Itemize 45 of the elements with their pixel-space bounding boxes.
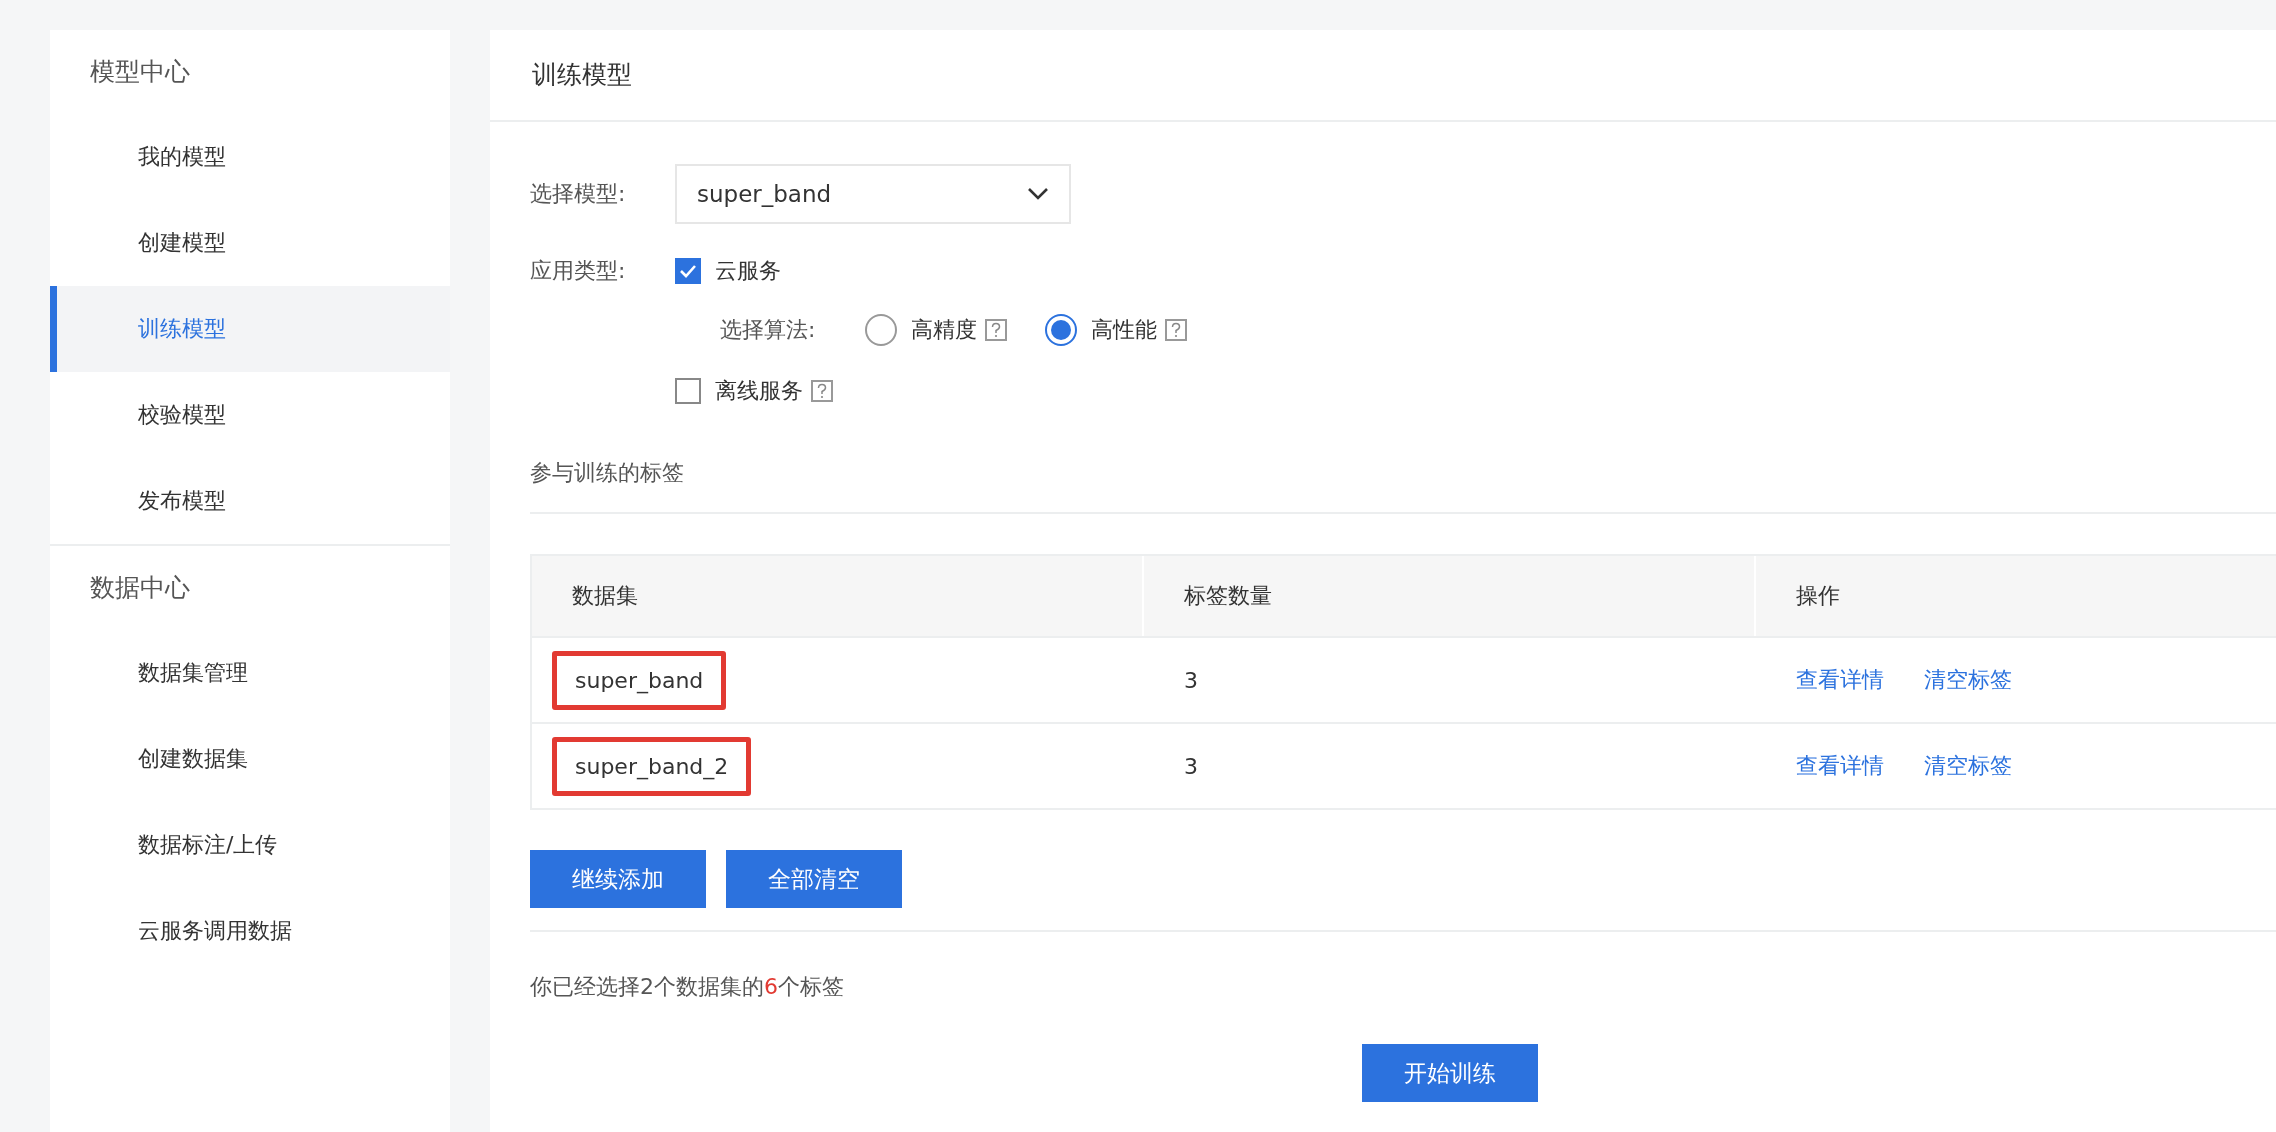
help-icon[interactable] xyxy=(1165,319,1187,341)
help-icon[interactable] xyxy=(985,319,1007,341)
model-select[interactable]: super_band xyxy=(675,164,1071,224)
table-cell: 3 xyxy=(1184,753,1198,779)
action-button[interactable]: 继续添加 xyxy=(530,850,706,908)
dataset-name: super_band_2 xyxy=(552,736,752,796)
sidebar-heading: 数据中心 xyxy=(89,572,191,604)
column-header: 数据集 xyxy=(532,556,1144,636)
start-training-button[interactable]: 开始训练 xyxy=(1362,1044,1538,1102)
section-title: 参与训练的标签 xyxy=(530,459,685,487)
dataset-name: super_band xyxy=(552,650,727,710)
sidebar-item[interactable]: 我的模型 xyxy=(50,114,450,200)
sidebar-heading: 模型中心 xyxy=(89,56,191,88)
checkbox-label: 离线服务 xyxy=(715,377,803,405)
field-label: 选择模型: xyxy=(530,180,627,208)
radio-button[interactable] xyxy=(865,314,897,346)
checkbox[interactable] xyxy=(675,258,701,284)
sidebar-item[interactable]: 校验模型 xyxy=(50,372,450,458)
action-link[interactable]: 清空标签 xyxy=(1924,751,2012,781)
action-link[interactable]: 查看详情 xyxy=(1796,751,1884,781)
table-cell: 3 xyxy=(1184,667,1198,693)
sidebar-item[interactable]: 创建模型 xyxy=(50,200,450,286)
sidebar-item[interactable]: 发布模型 xyxy=(50,458,450,544)
action-button[interactable]: 全部清空 xyxy=(726,850,902,908)
check-icon xyxy=(678,263,698,279)
selection-summary: 你已经选择2个数据集的6个标签 xyxy=(530,973,845,1001)
sidebar-item[interactable]: 云服务调用数据 xyxy=(50,888,450,974)
checkbox[interactable] xyxy=(675,378,701,404)
chevron-down-icon xyxy=(1027,187,1049,201)
checkbox-label: 云服务 xyxy=(715,257,781,285)
help-icon[interactable] xyxy=(811,380,833,402)
sidebar-item[interactable]: 数据集管理 xyxy=(50,630,450,716)
action-link[interactable]: 查看详情 xyxy=(1796,665,1884,695)
radio-label: 高性能 xyxy=(1091,316,1157,344)
action-link[interactable]: 清空标签 xyxy=(1924,665,2012,695)
field-label: 应用类型: xyxy=(530,257,627,285)
sidebar-item[interactable]: 创建数据集 xyxy=(50,716,450,802)
radio-label: 高精度 xyxy=(911,316,977,344)
radio-button[interactable] xyxy=(1045,314,1077,346)
column-header: 操作 xyxy=(1756,556,2276,636)
column-header: 标签数量 xyxy=(1144,556,1756,636)
field-label: 选择算法: xyxy=(720,316,817,344)
sidebar-item[interactable]: 数据标注/上传 xyxy=(50,802,450,888)
page-title: 训练模型 xyxy=(490,30,2276,122)
sidebar-item[interactable]: 训练模型 xyxy=(50,286,450,372)
